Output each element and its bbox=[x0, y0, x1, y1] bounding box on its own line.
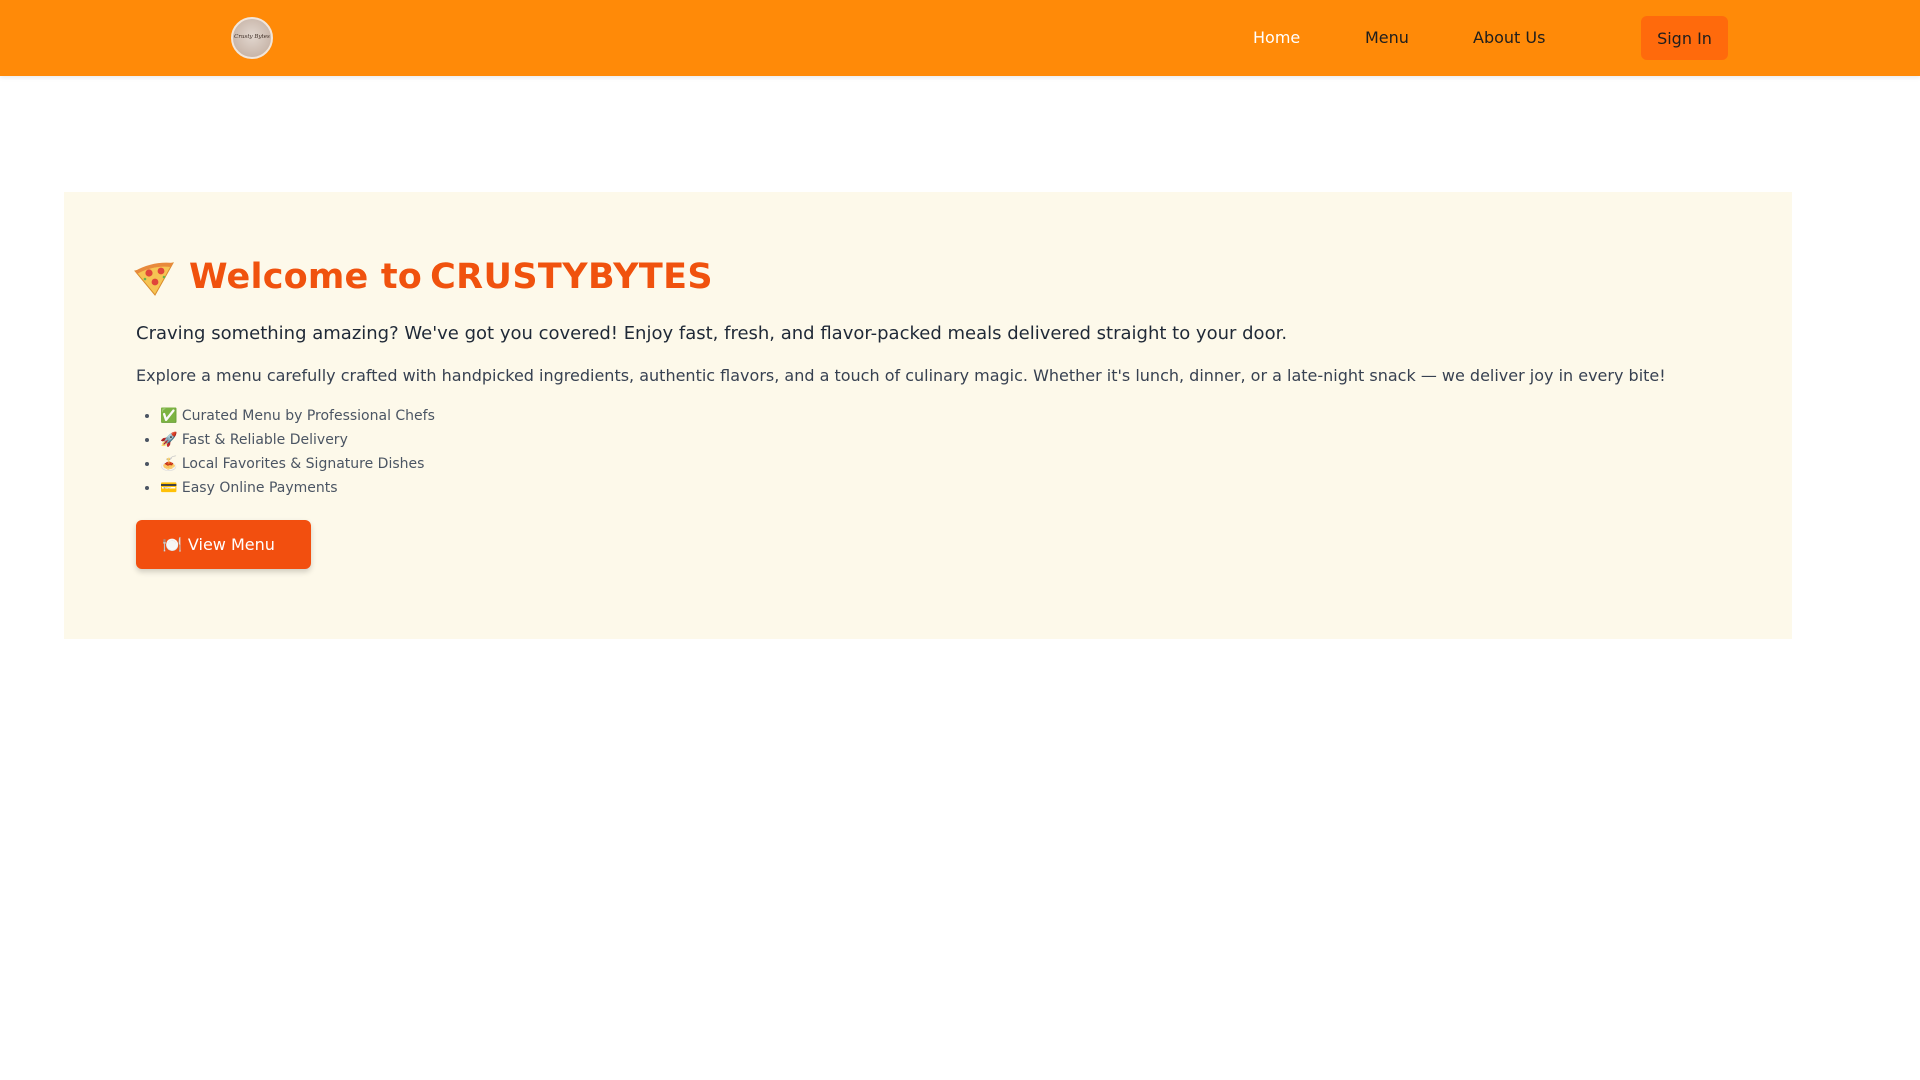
feature-list: ✅ Curated Menu by Professional Chefs 🚀 F… bbox=[136, 404, 435, 500]
pizza-icon bbox=[133, 257, 177, 297]
feature-item: 🍝 Local Favorites & Signature Dishes bbox=[160, 452, 435, 476]
hero-description: Explore a menu carefully crafted with ha… bbox=[136, 366, 1666, 385]
brand-logo[interactable]: Crusty Bytes bbox=[231, 17, 273, 59]
plate-icon: 🍽️ bbox=[162, 535, 182, 554]
feature-item: ✅ Curated Menu by Professional Chefs bbox=[160, 404, 435, 428]
nav-link-home[interactable]: Home bbox=[1253, 0, 1300, 76]
logo-text: Crusty Bytes bbox=[234, 34, 270, 41]
hero-title-prefix: Welcome to bbox=[189, 257, 423, 297]
view-menu-label: View Menu bbox=[187, 535, 275, 554]
view-menu-button[interactable]: 🍽️ View Menu bbox=[136, 520, 311, 569]
hero-section: Welcome to CRUSTYBYTES Craving something… bbox=[64, 192, 1792, 639]
hero-title: Welcome to CRUSTYBYTES bbox=[133, 257, 713, 297]
sign-in-button[interactable]: Sign In bbox=[1641, 16, 1728, 60]
feature-item: 💳 Easy Online Payments bbox=[160, 476, 435, 500]
nav-link-about-us[interactable]: About Us bbox=[1473, 0, 1545, 76]
feature-item: 🚀 Fast & Reliable Delivery bbox=[160, 428, 435, 452]
nav-link-menu[interactable]: Menu bbox=[1365, 0, 1409, 76]
hero-title-brand: CRUSTYBYTES bbox=[430, 257, 714, 297]
top-navbar: Crusty Bytes Home Menu About Us Sign In bbox=[0, 0, 1920, 76]
hero-lead-text: Craving something amazing? We've got you… bbox=[136, 323, 1288, 344]
